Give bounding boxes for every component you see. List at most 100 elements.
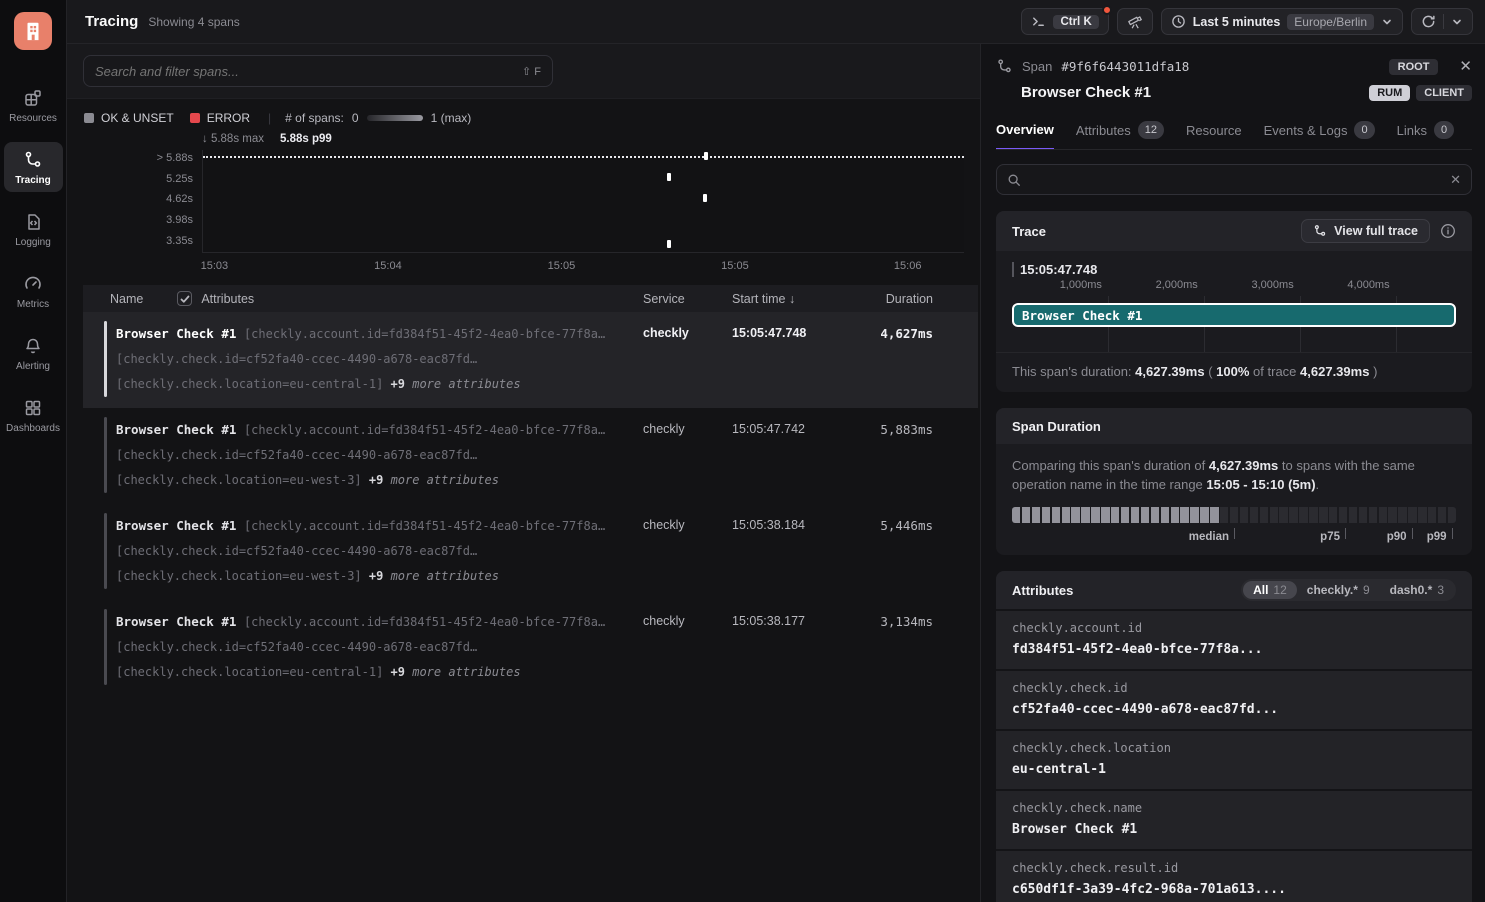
- trace-span-bar[interactable]: Browser Check #1: [1012, 303, 1456, 327]
- histogram-segment: [1180, 507, 1188, 523]
- sidebar-item-label: Tracing: [15, 175, 51, 186]
- span-table-row[interactable]: Browser Check #1 [checkly.account.id=fd3…: [83, 312, 978, 408]
- histogram-segment: [1279, 507, 1287, 523]
- attribute-value: cf52fa40-ccec-4490-a678-eac87fd...: [1012, 702, 1456, 717]
- search-icon: [1007, 173, 1021, 187]
- span-data-point[interactable]: [667, 173, 671, 181]
- clear-search-icon[interactable]: ✕: [1450, 172, 1461, 188]
- column-attributes[interactable]: Attributes: [201, 292, 254, 306]
- attribute-filter-pill[interactable]: dash0.* 3: [1380, 581, 1454, 599]
- refresh-button[interactable]: [1411, 8, 1473, 35]
- attribute-row[interactable]: checkly.check.id cf52fa40-ccec-4490-a678…: [996, 669, 1472, 729]
- attribute-row[interactable]: checkly.check.result.id c650df1f-3a39-4f…: [996, 849, 1472, 902]
- legend-label: ERROR: [207, 111, 250, 125]
- pill-label: dash0.*: [1390, 583, 1433, 597]
- clock-icon: [1171, 14, 1186, 29]
- panel-search-box[interactable]: ✕: [996, 164, 1472, 195]
- panel-tab[interactable]: Events & Logs 0: [1264, 121, 1375, 149]
- histogram-segment: [1369, 507, 1377, 523]
- start-time-cell: 15:05:38.177: [715, 609, 838, 634]
- span-table-row[interactable]: Browser Check #1 [checkly.account.id=fd3…: [83, 408, 978, 504]
- trace-time-axis: 1,000ms2,000ms3,000ms4,000ms: [1012, 279, 1456, 296]
- span-attr-2: [checkly.check.id=cf52fa40-ccec-4490-a67…: [116, 635, 627, 660]
- sidebar-item-label: Resources: [9, 113, 57, 124]
- span-search-box[interactable]: ⇧ F: [83, 55, 553, 87]
- sidebar-item-tracing[interactable]: Tracing: [4, 142, 63, 192]
- attribute-row[interactable]: checkly.check.name Browser Check #1: [996, 789, 1472, 849]
- time-range-picker[interactable]: Last 5 minutes Europe/Berlin: [1161, 8, 1403, 35]
- legend-item[interactable]: OK & UNSET: [84, 111, 174, 125]
- column-service[interactable]: Service: [627, 292, 715, 306]
- more-attributes-count: +9: [369, 569, 383, 583]
- percentile-label: p99: [1427, 528, 1452, 547]
- root-badge: ROOT: [1389, 59, 1439, 75]
- sidebar-item-logging[interactable]: Logging: [4, 204, 63, 254]
- span-id: #9f6f6443011dfa18: [1061, 59, 1189, 74]
- span-name: Browser Check #1: [116, 422, 236, 437]
- telescope-button[interactable]: [1117, 8, 1153, 35]
- trace-start-timestamp: 15:05:47.748: [1012, 262, 1456, 277]
- panel-search-input[interactable]: [1029, 172, 1442, 187]
- spans-scale-max: 1 (max): [431, 111, 472, 125]
- spans-scale-min: 0: [352, 111, 359, 125]
- legend-item[interactable]: ERROR: [190, 111, 250, 125]
- dashboards-icon: [23, 398, 43, 418]
- app-logo[interactable]: [14, 12, 52, 50]
- span-icon: [996, 58, 1013, 75]
- start-time-cell: 15:05:38.184: [715, 513, 838, 538]
- column-name[interactable]: Name: [83, 292, 143, 306]
- panel-tab[interactable]: Attributes 12: [1076, 121, 1164, 149]
- panel-tab[interactable]: Links 0: [1397, 121, 1454, 149]
- span-title: Browser Check #1: [1021, 84, 1151, 101]
- span-table-row[interactable]: Browser Check #1 [checkly.account.id=fd3…: [83, 504, 978, 600]
- histogram-segment: [1151, 507, 1159, 523]
- histogram-segment: [1388, 507, 1396, 523]
- pill-count: 12: [1273, 583, 1286, 597]
- attribute-key: checkly.account.id: [1012, 621, 1456, 635]
- attribute-row[interactable]: checkly.check.location eu-central-1: [996, 729, 1472, 789]
- percentile-tick: [1412, 528, 1413, 539]
- table-header: Name Attributes Service Start time ↓ Dur…: [83, 285, 978, 312]
- command-palette-button[interactable]: Ctrl K: [1021, 8, 1108, 35]
- sidebar-item-alerting[interactable]: Alerting: [4, 328, 63, 378]
- attribute-row[interactable]: checkly.account.id fd384f51-45f2-4ea0-bf…: [996, 609, 1472, 669]
- x-axis-tick: 15:06: [894, 260, 922, 272]
- sidebar-item-resources[interactable]: Resources: [4, 80, 63, 130]
- close-panel-icon[interactable]: ✕: [1459, 59, 1472, 74]
- notification-dot: [1102, 5, 1112, 15]
- panel-tab[interactable]: Resource: [1186, 121, 1242, 149]
- column-start-time[interactable]: Start time ↓: [715, 292, 838, 306]
- span-data-point[interactable]: [703, 194, 707, 202]
- x-axis-tick: 15:05: [548, 260, 576, 272]
- span-data-point[interactable]: [704, 152, 708, 160]
- duration-scatter-plot[interactable]: > 5.88s5.25s4.62s3.98s3.35s 15:0315:0415…: [202, 150, 964, 253]
- histogram-segment: [1052, 507, 1060, 523]
- span-search-input[interactable]: [95, 64, 522, 79]
- trace-percentage: 100%: [1216, 364, 1249, 379]
- info-icon[interactable]: [1440, 223, 1456, 239]
- attribute-filter-pill[interactable]: checkly.* 9: [1297, 581, 1380, 599]
- attributes-checkbox[interactable]: [177, 291, 192, 306]
- building-icon: [22, 20, 44, 42]
- more-attributes-label: more attributes: [412, 665, 520, 679]
- sidebar-item-metrics[interactable]: Metrics: [4, 266, 63, 316]
- sidebar: Resources Tracing Logging Metrics Alerti…: [0, 0, 67, 902]
- panel-tabs: Overview Attributes 12 Resource Events &…: [996, 121, 1472, 150]
- page-title: Tracing: [85, 13, 138, 30]
- attribute-filter-pill[interactable]: All 12: [1243, 581, 1297, 599]
- panel-tab[interactable]: Overview: [996, 121, 1054, 150]
- percentile-label: p75: [1320, 528, 1345, 547]
- resources-icon: [23, 88, 43, 108]
- view-full-trace-button[interactable]: View full trace: [1301, 219, 1430, 243]
- span-attr-1: [checkly.account.id=fd384f51-45f2-4ea0-b…: [244, 519, 605, 533]
- histogram-segment: [1111, 507, 1119, 523]
- histogram-segment: [1121, 507, 1129, 523]
- percentile-tick: [1234, 528, 1235, 539]
- sidebar-item-dashboards[interactable]: Dashboards: [4, 390, 63, 440]
- column-duration[interactable]: Duration: [838, 292, 933, 306]
- span-table-row[interactable]: Browser Check #1 [checkly.account.id=fd3…: [83, 600, 978, 696]
- span-data-point[interactable]: [667, 240, 671, 248]
- percentile-axis: median p75 p90 p99: [1012, 526, 1456, 543]
- trace-card: Trace View full trace 15:05:47.748: [996, 211, 1472, 392]
- histogram-segment: [1309, 507, 1317, 523]
